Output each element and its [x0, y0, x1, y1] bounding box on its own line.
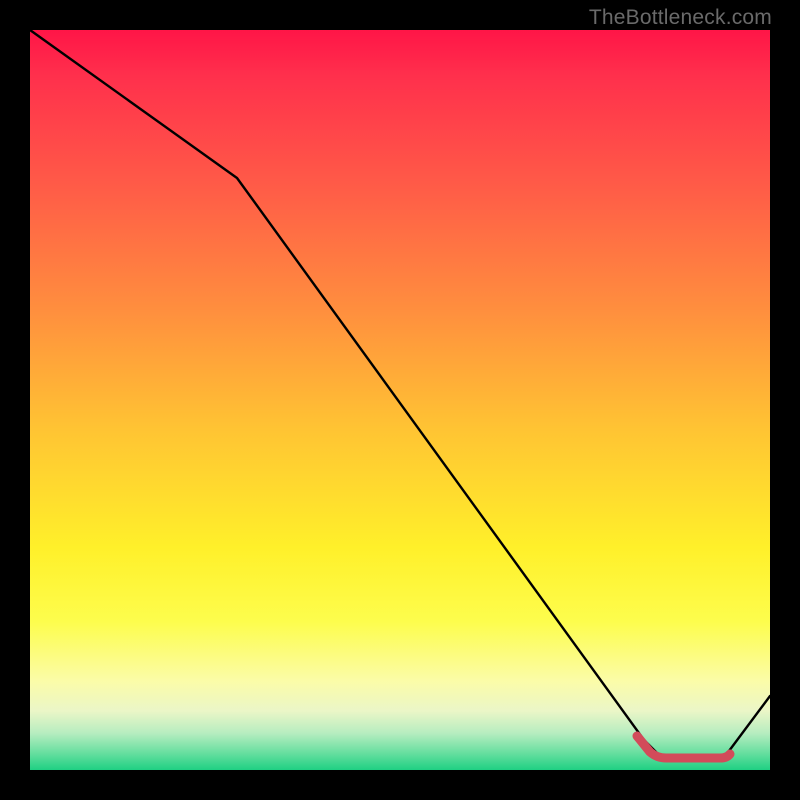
attribution-text: TheBottleneck.com: [589, 6, 772, 30]
chart-overlay: [30, 30, 770, 770]
chart-stage: TheBottleneck.com: [0, 0, 800, 800]
plot-area: [30, 30, 770, 770]
optimal-range-marker: [637, 736, 730, 758]
bottleneck-curve: [30, 30, 770, 755]
